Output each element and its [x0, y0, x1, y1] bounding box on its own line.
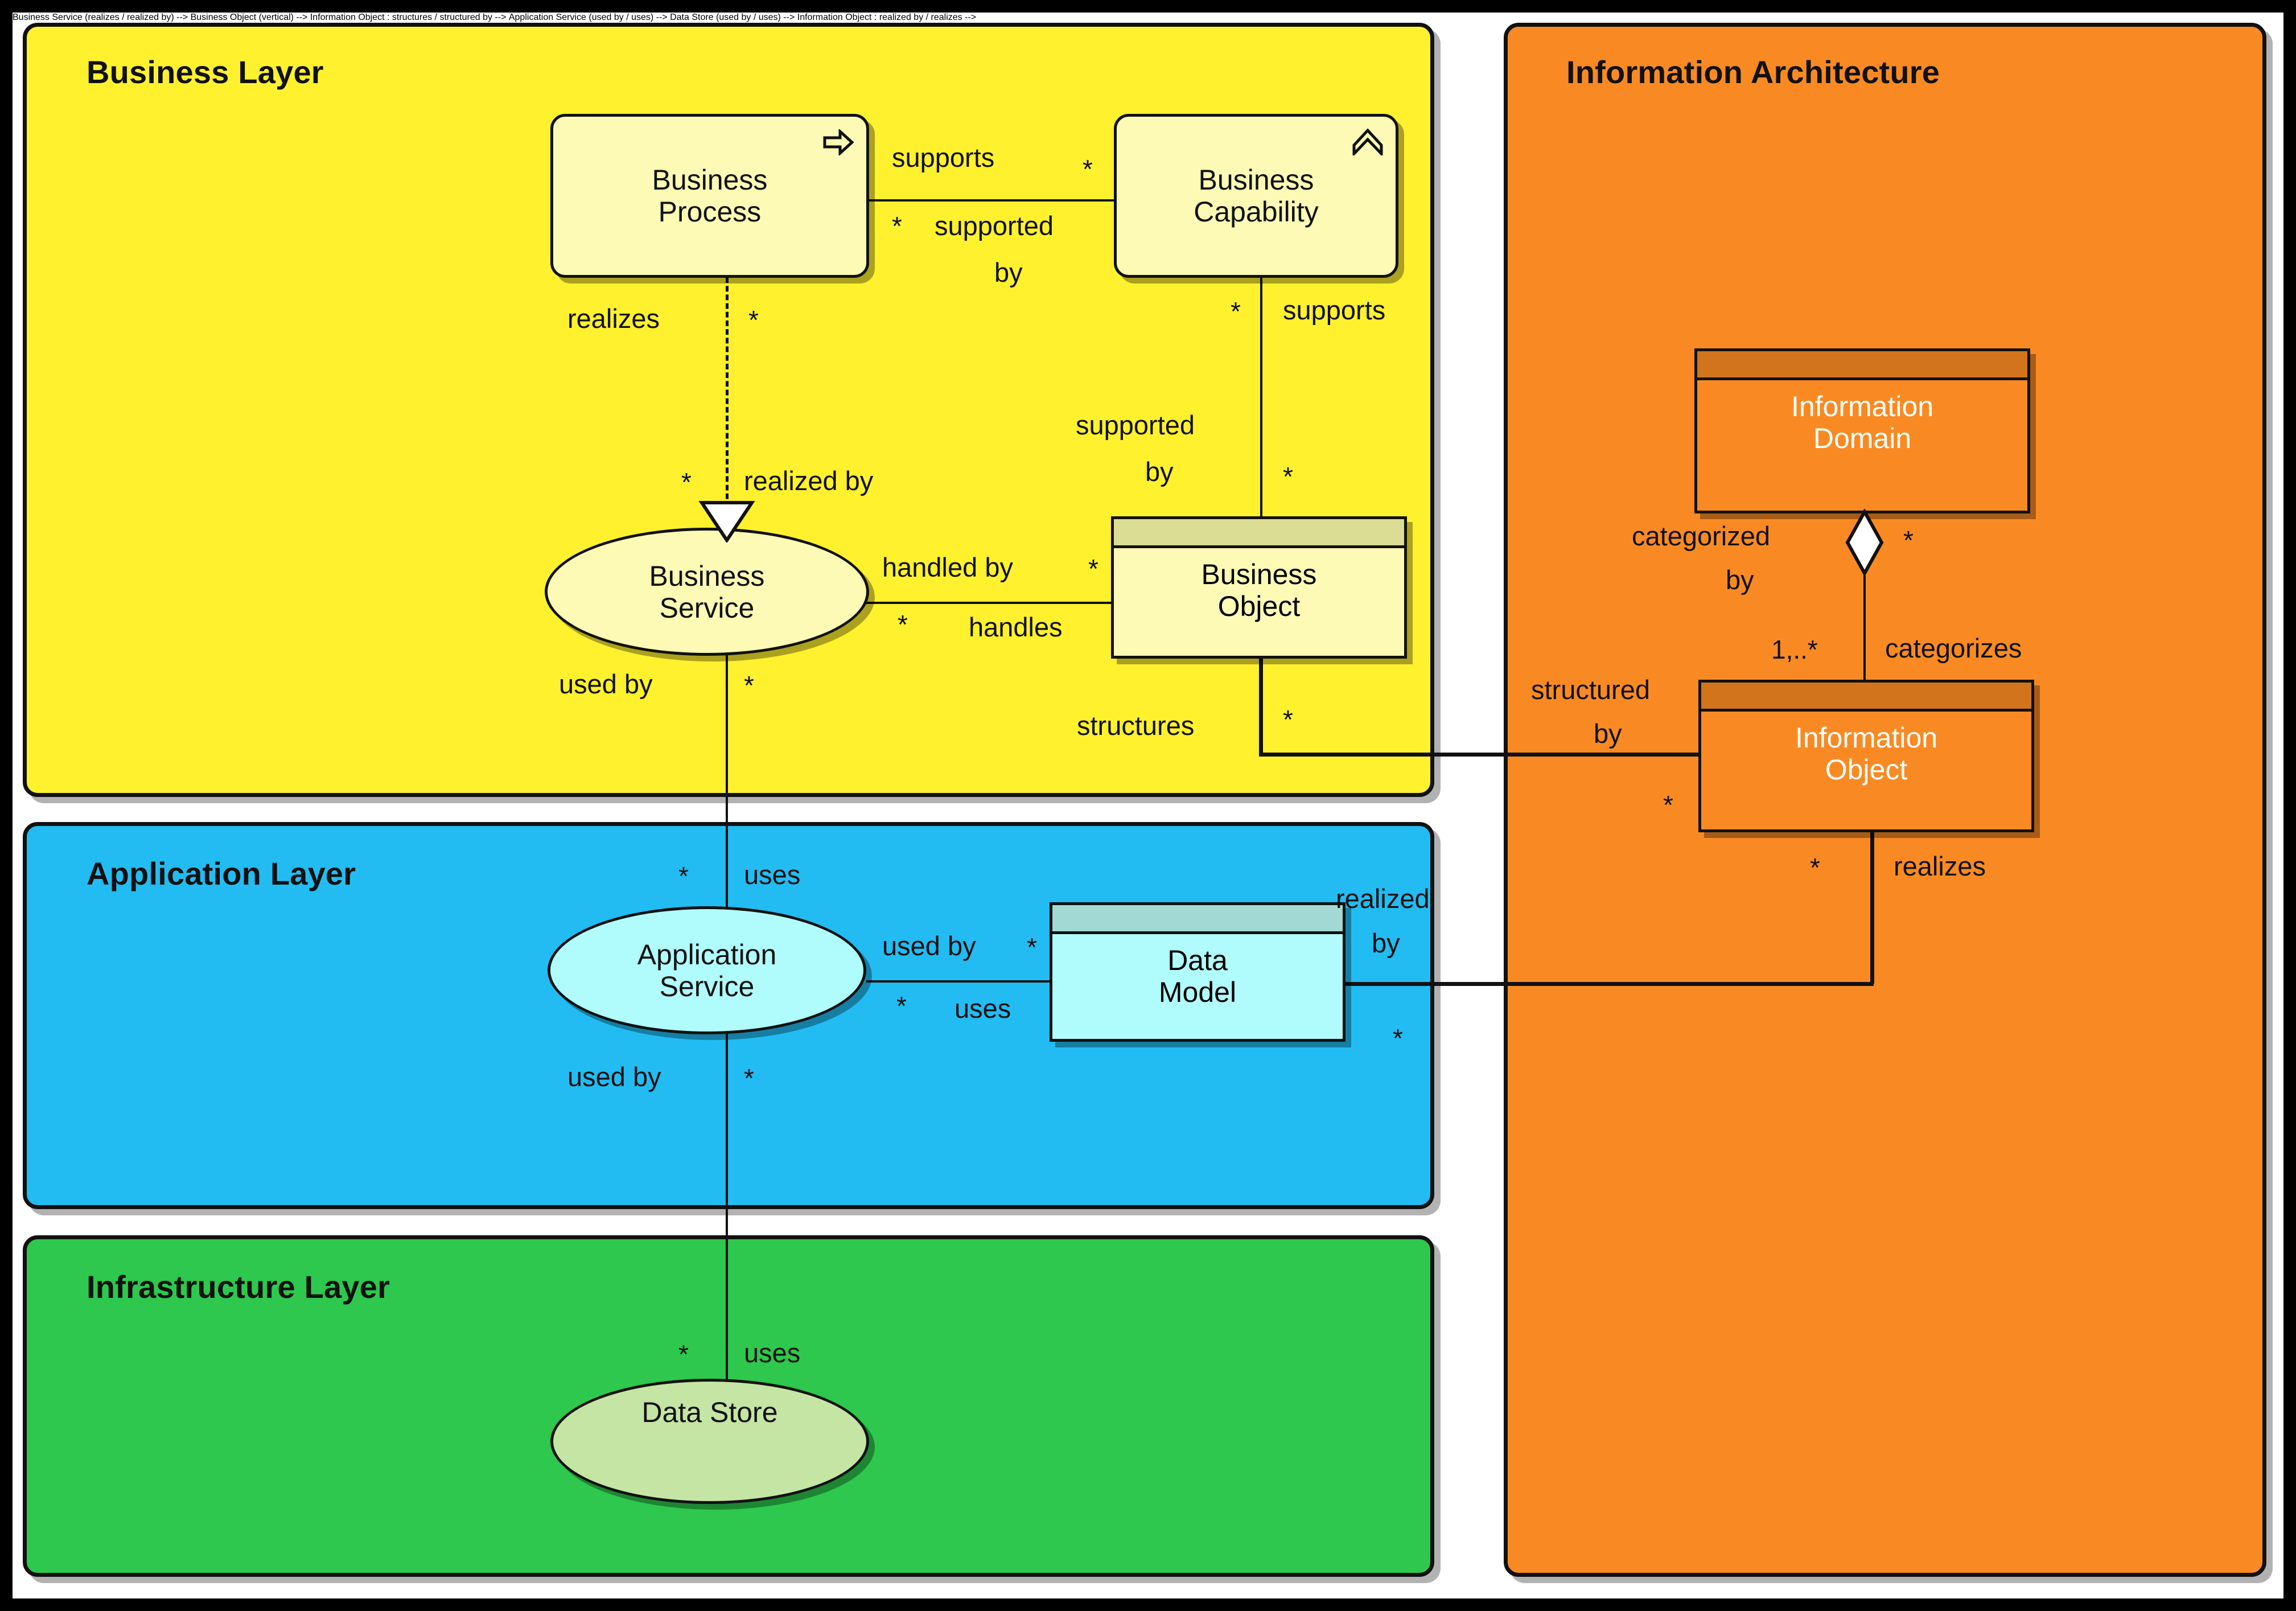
- node-information-object-line1: Information: [1795, 722, 1938, 754]
- node-business-process-line2: Process: [658, 196, 762, 228]
- edge-label-structured-by-l2: by: [1594, 718, 1622, 749]
- node-information-domain-header-band: [1697, 351, 2027, 380]
- edge-label-supported-by-bc-bp-l1: supported: [935, 211, 1054, 241]
- edge-data-model-info-object-vertical: [1870, 827, 1874, 984]
- edge-mult-realizes: *: [748, 305, 759, 335]
- edge-mult-handles: *: [898, 610, 908, 639]
- edge-mult-categorized-by: *: [1903, 525, 1914, 555]
- edge-process-capability: [869, 199, 1115, 202]
- edge-label-categorizes: categorizes: [1885, 633, 2022, 663]
- edge-service-object: [863, 602, 1114, 604]
- edge-label-handles: handles: [969, 612, 1063, 642]
- edge-label-supports-bc-bo: supports: [1283, 295, 1386, 325]
- edge-label-supported-by-bc-bp-l2: by: [994, 257, 1023, 287]
- edge-mult-structures: *: [1283, 705, 1293, 734]
- realization-arrowhead-icon: [698, 499, 755, 545]
- edge-label-supported-by-bo-bc-l2: by: [1145, 457, 1174, 487]
- edge-capability-object: [1260, 277, 1262, 522]
- aggregation-diamond-icon: [1844, 508, 1885, 579]
- node-application-service[interactable]: Application Service: [548, 906, 866, 1034]
- edge-mult-uses-dm: *: [896, 991, 907, 1021]
- edge-mult-realized-by: *: [681, 467, 692, 497]
- edge-mult-realized-by-io: *: [1393, 1024, 1403, 1053]
- node-business-service[interactable]: Business Service: [545, 528, 869, 656]
- edge-mult-realizes-io: *: [1810, 853, 1820, 882]
- node-information-domain[interactable]: Information Domain: [1694, 348, 2030, 513]
- edge-mult-uses-ds: *: [678, 1339, 689, 1369]
- edge-label-realized-by-io-l2: by: [1372, 928, 1400, 958]
- edge-application-service-data-store: [726, 1031, 728, 1390]
- edge-label-used-by-dm: used by: [882, 931, 976, 961]
- edge-label-realized-by: realized by: [744, 466, 874, 496]
- node-business-service-line1: Business: [649, 560, 765, 592]
- edge-object-info-object-vertical: [1259, 656, 1263, 755]
- capability-chevron-icon: [1352, 128, 1383, 158]
- edge-label-realizes-io: realizes: [1894, 851, 1986, 881]
- edge-label-supported-by-bo-bc-l1: supported: [1076, 410, 1195, 440]
- edge-business-service-application-service: [726, 653, 728, 943]
- node-data-model-header-band: [1052, 905, 1343, 934]
- edge-label-realized-by-io-l1: realized: [1336, 883, 1430, 914]
- edge-label-uses-as: uses: [744, 860, 801, 890]
- edge-mult-supports-bc-bo: *: [1231, 297, 1241, 326]
- edge-application-service-data-model: [866, 980, 1054, 983]
- node-data-model-line2: Model: [1158, 976, 1237, 1008]
- edge-label-uses-dm: uses: [954, 993, 1011, 1024]
- panel-title-application-layer: Application Layer: [87, 856, 356, 891]
- edge-label-categorized-by-l2: by: [1726, 565, 1754, 595]
- node-business-service-line2: Service: [659, 591, 755, 624]
- edge-mult-supported-by-bc-bp: *: [892, 211, 902, 241]
- edge-label-used-by-bs: used by: [559, 669, 653, 699]
- panel-title-business-layer: Business Layer: [87, 54, 324, 90]
- node-application-service-line2: Service: [659, 970, 755, 1002]
- edge-label-realizes: realizes: [567, 303, 660, 334]
- edge-mult-used-by-ds: *: [744, 1063, 754, 1093]
- node-information-domain-line2: Domain: [1813, 422, 1912, 454]
- node-business-object-line2: Object: [1217, 590, 1301, 622]
- edge-mult-handled-by: *: [1088, 554, 1098, 583]
- edge-label-supports-bp-bc: supports: [892, 142, 995, 172]
- edge-mult-structured-by: *: [1663, 790, 1673, 820]
- node-business-object-header-band: [1114, 519, 1404, 548]
- panel-title-infrastructure-layer: Infrastructure Layer: [87, 1269, 390, 1305]
- panel-title-information-architecture: Information Architecture: [1566, 54, 1940, 90]
- edge-mult-used-by-bs: *: [744, 671, 754, 700]
- diagram-canvas: Business Layer Application Layer Infrast…: [13, 13, 2283, 1598]
- node-information-object-line2: Object: [1825, 754, 1908, 786]
- edge-label-structured-by-l1: structured: [1531, 675, 1650, 705]
- edge-mult-uses-as: *: [678, 861, 689, 891]
- edge-process-service-realization: [726, 277, 729, 508]
- node-business-capability[interactable]: Business Capability: [1114, 114, 1398, 278]
- node-business-capability-line1: Business: [1198, 164, 1314, 196]
- node-business-object-line1: Business: [1201, 558, 1317, 590]
- node-business-capability-line2: Capability: [1194, 196, 1319, 228]
- node-information-object-header-band: [1701, 683, 2031, 712]
- edge-data-model-info-object-horizontal: [1339, 982, 1874, 986]
- node-data-store-line1: Data Store: [641, 1396, 778, 1428]
- edge-label-uses-ds: uses: [744, 1338, 801, 1368]
- node-business-process[interactable]: Business Process: [550, 114, 869, 278]
- node-information-domain-line1: Information: [1791, 391, 1934, 422]
- node-data-model-line1: Data: [1167, 944, 1228, 976]
- edge-label-used-by-ds: used by: [567, 1062, 661, 1092]
- edge-label-categorized-by-l1: categorized: [1632, 521, 1770, 551]
- node-business-object[interactable]: Business Object: [1111, 516, 1407, 659]
- diagram-root: Business Layer Application Layer Infrast…: [0, 0, 2296, 1611]
- node-application-service-line1: Application: [637, 938, 777, 971]
- edge-mult-used-by-dm: *: [1027, 932, 1037, 962]
- edge-label-structures: structures: [1077, 710, 1195, 741]
- edge-label-handled-by: handled by: [882, 552, 1013, 582]
- edge-mult-supports-bp-bc: *: [1083, 154, 1093, 184]
- node-information-object[interactable]: Information Object: [1698, 680, 2034, 832]
- edge-object-info-object-horizontal: [1259, 753, 1709, 757]
- process-arrow-icon: [823, 128, 854, 157]
- node-data-store[interactable]: Data Store: [550, 1379, 869, 1504]
- node-data-model[interactable]: Data Model: [1050, 902, 1345, 1042]
- edge-mult-supported-by-bo-bc: *: [1283, 462, 1293, 491]
- edge-mult-categorizes: 1,..*: [1771, 635, 1818, 664]
- node-business-process-line1: Business: [652, 164, 768, 196]
